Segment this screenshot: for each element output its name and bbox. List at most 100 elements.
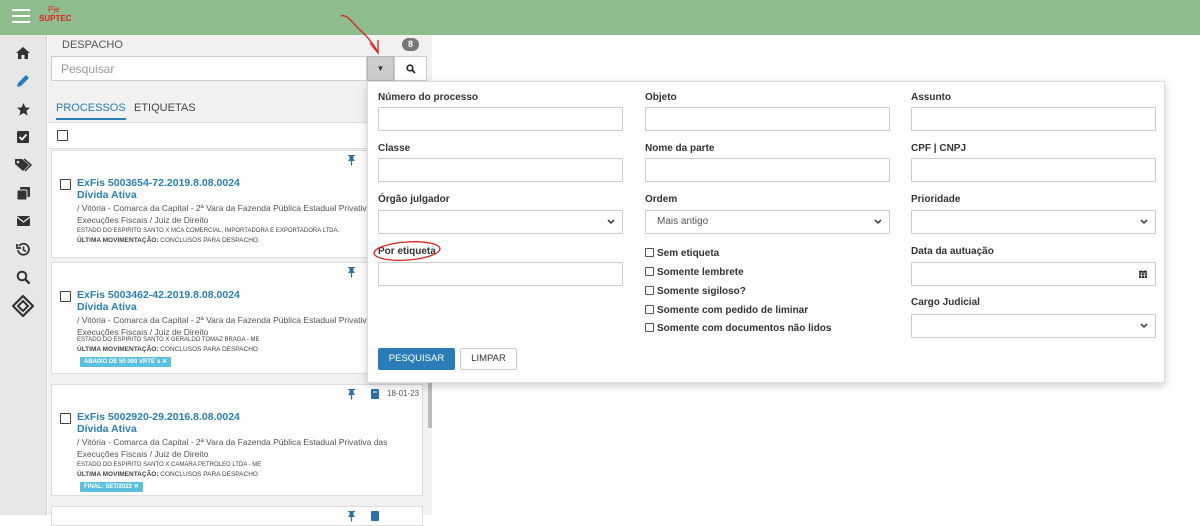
label-etiqueta: Por etiqueta bbox=[378, 246, 436, 257]
caret-down-icon: ▼ bbox=[376, 64, 385, 73]
search-icon bbox=[405, 63, 416, 74]
checkbox-box[interactable] bbox=[645, 305, 654, 314]
ordem-select[interactable]: Mais antigo bbox=[645, 210, 890, 234]
home-icon[interactable] bbox=[12, 42, 34, 64]
assunto-input[interactable] bbox=[911, 107, 1156, 131]
nome-parte-input[interactable] bbox=[645, 158, 890, 182]
checkbox-box[interactable] bbox=[645, 248, 654, 257]
data-autuacao-input[interactable] bbox=[911, 262, 1156, 286]
item-checkbox[interactable] bbox=[60, 179, 71, 190]
numero-processo-input[interactable] bbox=[378, 107, 623, 131]
checkbox-box[interactable] bbox=[645, 323, 654, 332]
copy-icon[interactable] bbox=[12, 182, 34, 204]
etiqueta-input[interactable] bbox=[378, 262, 623, 286]
process-class: Dívida Ativa bbox=[77, 423, 137, 435]
panel-title: DESPACHO bbox=[62, 39, 123, 51]
checkbox-label: Somente com pedido de liminar bbox=[657, 305, 809, 316]
tab-processos[interactable]: PROCESSOS bbox=[56, 102, 126, 120]
checkbox-label: Sem etiqueta bbox=[657, 248, 720, 259]
chevron-down-icon bbox=[874, 219, 882, 225]
label-prioridade: Prioridade bbox=[911, 194, 961, 205]
tags-icon[interactable] bbox=[12, 154, 34, 176]
item-checkbox[interactable] bbox=[60, 291, 71, 302]
last-movement-value: CONCLUSOS PARA DESPACHO bbox=[160, 471, 258, 478]
checkbox-somente-sigiloso[interactable]: Somente sigiloso? bbox=[645, 286, 746, 297]
item-checkbox[interactable] bbox=[60, 413, 71, 424]
process-class: Dívida Ativa bbox=[77, 189, 137, 201]
checkbox-somente-lembrete[interactable]: Somente lembrete bbox=[645, 267, 744, 278]
checkbox-box[interactable] bbox=[645, 267, 654, 276]
pin-icon[interactable] bbox=[347, 154, 356, 166]
search-input[interactable] bbox=[51, 56, 367, 81]
last-movement: ÚLTIMA MOVIMENTAÇÃO: CONCLUSOS PARA DESP… bbox=[77, 346, 258, 353]
process-location: / Vitória - Comarca da Capital - 2ª Vara… bbox=[77, 436, 422, 460]
pin-icon[interactable] bbox=[347, 510, 356, 522]
star-icon[interactable] bbox=[12, 98, 34, 120]
chevron-down-icon bbox=[1140, 323, 1148, 329]
orgao-julgador-select[interactable] bbox=[378, 210, 623, 234]
limpar-button[interactable]: LIMPAR bbox=[460, 348, 517, 370]
last-movement-label: ÚLTIMA MOVIMENTAÇÃO: bbox=[77, 346, 159, 353]
checkbox-label: Somente com documentos não lidos bbox=[657, 323, 832, 334]
checkbox-sem-etiqueta[interactable]: Sem etiqueta bbox=[645, 248, 719, 259]
cargo-judicial-select[interactable] bbox=[911, 314, 1156, 338]
label-numero: Número do processo bbox=[378, 92, 479, 103]
classe-input[interactable] bbox=[378, 158, 623, 182]
process-number[interactable]: ExFis 5002920-29.2016.8.08.0024 bbox=[77, 411, 240, 423]
label-tag[interactable]: ABAIXO DE 50.000 VRTE´s ✕ bbox=[80, 357, 172, 367]
process-parties: ESTADO DO ESPIRITO SANTO X CAMARA PETROL… bbox=[77, 462, 262, 468]
label-nome-parte: Nome da parte bbox=[645, 143, 715, 154]
filter-dropdown-button[interactable]: ▼ bbox=[367, 56, 394, 81]
label-ordem: Ordem bbox=[645, 194, 678, 205]
pesquisar-button[interactable]: PESQUISAR bbox=[378, 348, 455, 370]
label-orgao: Órgão julgador bbox=[378, 194, 450, 205]
last-movement-label: ÚLTIMA MOVIMENTAÇÃO: bbox=[77, 237, 159, 244]
select-all-checkbox[interactable] bbox=[57, 130, 68, 141]
process-number[interactable]: ExFis 5003654-72.2019.8.08.0024 bbox=[77, 177, 240, 189]
scrollbar[interactable] bbox=[428, 380, 432, 428]
filter-panel: Número do processo Objeto Assunto Classe… bbox=[367, 81, 1165, 383]
checkbox-box[interactable] bbox=[645, 286, 654, 295]
last-movement-label: ÚLTIMA MOVIMENTAÇÃO: bbox=[77, 471, 159, 478]
process-class: Dívida Ativa bbox=[77, 301, 137, 313]
menu-icon[interactable] bbox=[12, 9, 30, 23]
top-bar: Pje SUPTEC bbox=[0, 0, 1200, 35]
app-logo[interactable]: Pje SUPTEC bbox=[39, 5, 71, 23]
pencil-icon[interactable] bbox=[12, 70, 34, 92]
label-data-autuacao: Data da autuação bbox=[911, 246, 994, 257]
list-item[interactable] bbox=[51, 506, 423, 526]
label-cpf: CPF | CNPJ bbox=[911, 143, 967, 154]
cpf-cnpj-input[interactable] bbox=[911, 158, 1156, 182]
checkbox-label: Somente lembrete bbox=[657, 267, 744, 278]
list-item[interactable]: 18-01-23 ExFis 5002920-29.2016.8.08.0024… bbox=[51, 384, 423, 496]
process-parties: ESTADO DO ESPIRITO SANTO X GERALDO TOMAZ… bbox=[77, 337, 260, 343]
pin-icon[interactable] bbox=[347, 388, 356, 400]
history-icon[interactable] bbox=[12, 238, 34, 260]
search-button[interactable] bbox=[394, 56, 427, 81]
item-date: 18-01-23 bbox=[387, 389, 420, 398]
checkbox-label: Somente sigiloso? bbox=[657, 286, 746, 297]
label-tag[interactable]: FINAL: SET/2022 ✕ bbox=[80, 482, 143, 492]
pin-icon[interactable] bbox=[347, 266, 356, 278]
logo-line-2: SUPTEC bbox=[39, 14, 72, 23]
book-icon[interactable] bbox=[370, 388, 380, 400]
book-icon[interactable] bbox=[370, 510, 380, 522]
prioridade-select[interactable] bbox=[911, 210, 1156, 234]
diamond-icon[interactable] bbox=[11, 294, 35, 318]
checkbox-pedido-liminar[interactable]: Somente com pedido de liminar bbox=[645, 305, 808, 316]
last-movement-value: CONCLUSOS PARA DESPACHO bbox=[160, 237, 258, 244]
checkbox-icon[interactable] bbox=[12, 126, 34, 148]
ordem-selected-value: Mais antigo bbox=[657, 216, 709, 227]
checkbox-documentos-nao-lidos[interactable]: Somente com documentos não lidos bbox=[645, 323, 831, 334]
process-number[interactable]: ExFis 5003462-42.2019.8.08.0024 bbox=[77, 289, 240, 301]
tab-etiquetas[interactable]: ETIQUETAS bbox=[134, 102, 196, 114]
objeto-input[interactable] bbox=[645, 107, 890, 131]
process-parties: ESTADO DO ESPIRITO SANTO X MCA COMERCIAL… bbox=[77, 228, 340, 234]
envelope-icon[interactable] bbox=[12, 210, 34, 232]
search-icon[interactable] bbox=[12, 266, 34, 288]
label-assunto: Assunto bbox=[911, 92, 951, 103]
last-movement: ÚLTIMA MOVIMENTAÇÃO: CONCLUSOS PARA DESP… bbox=[77, 471, 258, 478]
location-line: / Vitória - Comarca da Capital - 2ª Vara… bbox=[77, 437, 388, 447]
calendar-icon[interactable] bbox=[1138, 269, 1148, 279]
chevron-down-icon bbox=[1140, 219, 1148, 225]
